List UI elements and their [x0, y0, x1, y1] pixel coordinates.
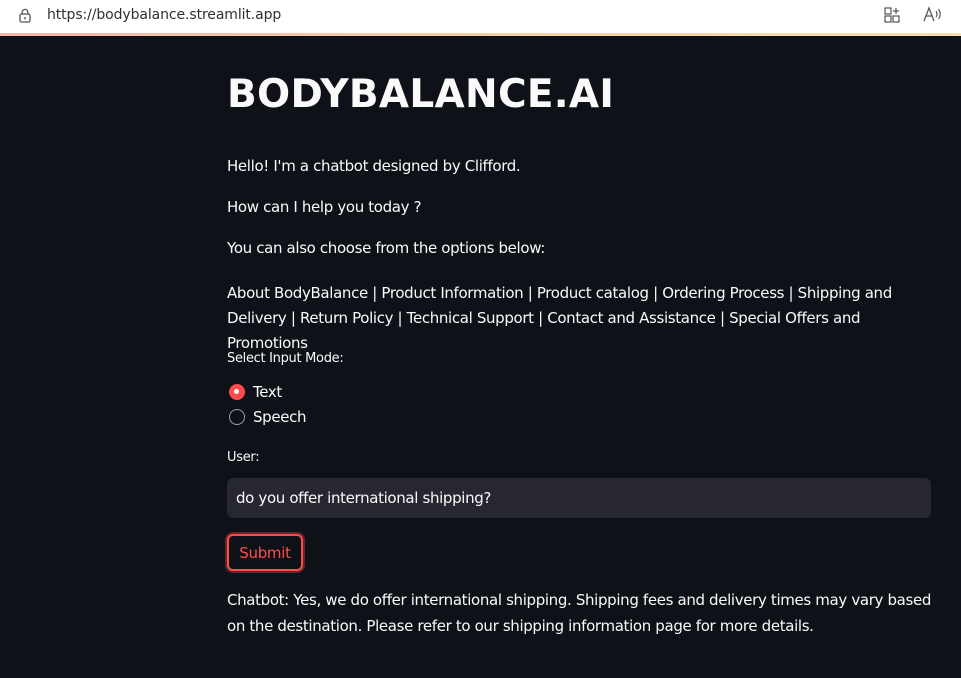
submit-button[interactable]: Submit [227, 534, 303, 571]
radio-label-text: Text [253, 383, 282, 401]
lock-icon[interactable] [19, 8, 31, 23]
read-aloud-icon[interactable] [923, 6, 943, 24]
radio-selected-icon[interactable] [229, 384, 245, 400]
browser-accent-strip [0, 33, 961, 36]
radio-label-speech: Speech [253, 408, 307, 426]
radio-option-text[interactable]: Text [229, 382, 282, 402]
url-text[interactable]: https://bodybalance.streamlit.app [47, 7, 281, 23]
radio-unselected-icon[interactable] [229, 409, 245, 425]
help-prompt-text: How can I help you today ? [227, 198, 422, 216]
user-input-label: User: [227, 450, 260, 465]
page-title: BODYBALANCE.AI [227, 72, 615, 117]
input-mode-label: Select Input Mode: [227, 351, 344, 366]
chatbot-response: Chatbot: Yes, we do offer international … [227, 591, 931, 635]
options-intro-text: You can also choose from the options bel… [227, 239, 545, 257]
user-input-field[interactable] [227, 478, 931, 518]
extensions-icon[interactable] [884, 7, 900, 23]
browser-address-bar: https://bodybalance.streamlit.app [0, 0, 961, 33]
radio-option-speech[interactable]: Speech [229, 407, 307, 427]
greeting-text: Hello! I'm a chatbot designed by Cliffor… [227, 157, 521, 175]
options-list: About BodyBalance | Product Information … [227, 284, 892, 352]
